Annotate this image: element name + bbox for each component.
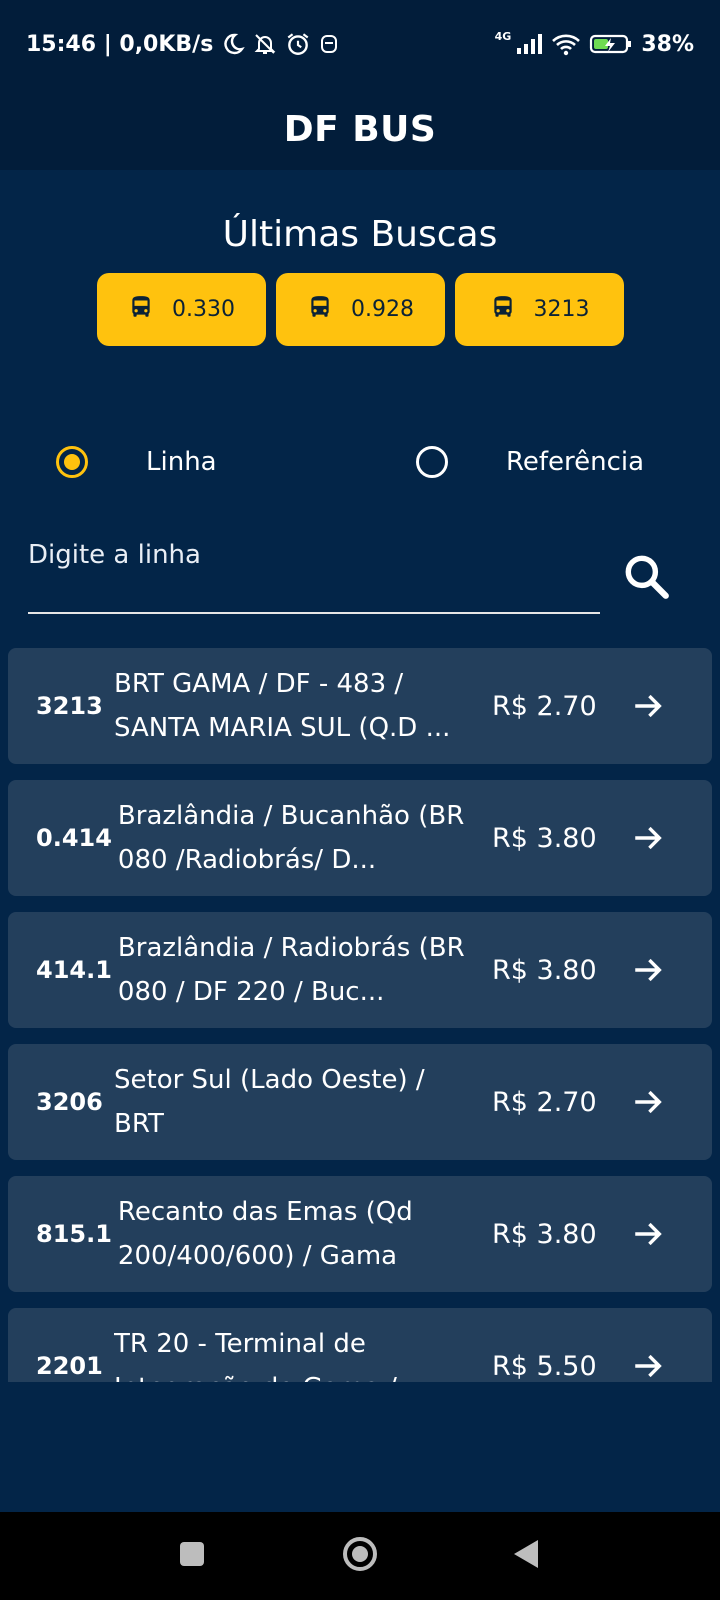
line-code: 3213 (36, 692, 103, 720)
bus-icon (307, 294, 333, 326)
search-field[interactable] (28, 540, 600, 614)
line-price: R$ 2.70 (492, 690, 597, 722)
arrow-right-icon[interactable] (628, 1082, 668, 1122)
bus-line-card[interactable]: 815.1 Recanto das Emas (Qd 200/400/600) … (8, 1176, 712, 1292)
bus-line-card[interactable]: 414.1 Brazlândia / Radiobrás (BR 080 / D… (8, 912, 712, 1028)
recents-button[interactable] (170, 1534, 214, 1578)
line-price: R$ 3.80 (492, 1218, 597, 1250)
line-code: 815.1 (36, 1220, 112, 1248)
moon-icon (221, 32, 246, 56)
signal-icon (515, 33, 543, 55)
recent-search-chip[interactable]: 3213 (455, 273, 624, 346)
bus-line-card[interactable]: 3213 BRT GAMA / DF - 483 / SANTA MARIA S… (8, 648, 712, 764)
network-type: 4G (494, 29, 512, 43)
back-button[interactable] (504, 1534, 548, 1578)
arrow-right-icon[interactable] (628, 818, 668, 858)
line-name: Setor Sul (Lado Oeste) / BRT (114, 1065, 425, 1139)
bus-icon (128, 294, 154, 326)
search-icon (621, 551, 671, 605)
line-code: 2201 (36, 1352, 103, 1380)
bus-line-card[interactable]: 2201 TR 20 - Terminal de Integração do G… (8, 1308, 712, 1382)
radio-button-linha[interactable] (56, 446, 88, 478)
radio-option-linha[interactable]: Linha (56, 438, 217, 486)
radio-label-referencia: Referência (506, 447, 645, 477)
home-circle-icon (341, 1535, 379, 1577)
alarm-icon (285, 31, 311, 57)
system-navigation-bar (0, 1512, 720, 1600)
line-code: 0.414 (36, 824, 112, 852)
battery-charging-icon (589, 33, 633, 55)
home-button[interactable] (338, 1534, 382, 1578)
wifi-icon (551, 32, 581, 56)
radio-label-linha: Linha (146, 447, 217, 477)
bus-line-card[interactable]: 0.414 Brazlândia / Bucanhão (BR 080 /Rad… (8, 780, 712, 896)
arrow-right-icon[interactable] (628, 950, 668, 990)
back-triangle-icon (512, 1538, 540, 1574)
app-notification-icon (319, 33, 339, 55)
recent-search-chip[interactable]: 0.330 (97, 273, 266, 346)
radio-option-referencia[interactable]: Referência (416, 438, 644, 486)
square-icon (178, 1540, 206, 1572)
recent-search-label: 0.928 (351, 297, 414, 322)
recent-search-label: 3213 (533, 297, 590, 322)
arrow-right-icon[interactable] (628, 686, 668, 726)
bus-icon (490, 294, 516, 326)
recent-searches-chips: 0.330 0.928 3213 (97, 273, 624, 346)
app-bar: DF BUS (0, 88, 720, 170)
line-price: R$ 3.80 (492, 822, 597, 854)
line-name: Brazlândia / Radiobrás (BR 080 / DF 220 … (117, 933, 465, 1007)
line-code: 414.1 (36, 956, 112, 984)
recent-searches-title: Últimas Buscas (222, 214, 498, 255)
line-name: Brazlândia / Bucanhão (BR 080 /Radiobrás… (117, 801, 465, 875)
app-title: DF BUS (283, 108, 437, 150)
line-price: R$ 5.50 (492, 1350, 597, 1382)
line-price: R$ 2.70 (492, 1086, 597, 1118)
arrow-right-icon[interactable] (628, 1346, 668, 1382)
status-time: 15:46 | 0,0KB/s (26, 31, 214, 57)
recent-search-label: 0.330 (172, 297, 235, 322)
status-bar: 15:46 | 0,0KB/s 4G 38% (0, 0, 720, 88)
line-name: TR 20 - Terminal de Integração do Gama / (114, 1329, 397, 1382)
bell-off-icon (253, 32, 277, 56)
radio-button-referencia[interactable] (416, 446, 448, 478)
arrow-right-icon[interactable] (628, 1214, 668, 1254)
line-name: BRT GAMA / DF - 483 / SANTA MARIA SUL (Q… (114, 669, 451, 743)
search-button[interactable] (618, 550, 674, 606)
line-code: 3206 (36, 1088, 103, 1116)
line-name: Recanto das Emas (Qd 200/400/600) / Gama (117, 1197, 413, 1271)
bus-line-list[interactable]: 3213 BRT GAMA / DF - 483 / SANTA MARIA S… (8, 648, 712, 1382)
recent-search-chip[interactable]: 0.928 (276, 273, 445, 346)
bus-line-card[interactable]: 3206 Setor Sul (Lado Oeste) / BRT R$ 2.7… (8, 1044, 712, 1160)
battery-level: 38% (641, 31, 694, 57)
line-price: R$ 3.80 (492, 954, 597, 986)
search-input[interactable] (28, 540, 600, 570)
